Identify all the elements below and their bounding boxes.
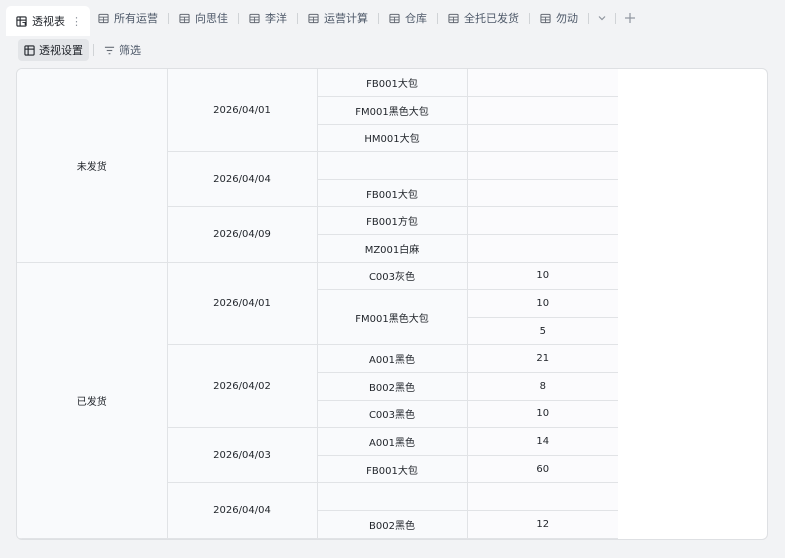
tab-divider [168,12,169,24]
tab-divider [437,12,438,24]
product-cell[interactable]: FM001黑色大包 [317,96,468,125]
tab-divider [378,12,379,24]
value-cell[interactable] [467,179,618,208]
value-cell[interactable]: 60 [467,455,618,484]
more-vertical-icon[interactable]: ⋮ [71,15,82,28]
product-cell[interactable]: B002黑色 [317,510,468,539]
pivot-settings-button[interactable]: 透视设置 [18,39,89,61]
tab-li-yang[interactable]: 李洋 [241,5,295,31]
date-cell[interactable]: 2026/04/09 [167,206,318,263]
view-toolbar: 透视设置 筛选 [0,36,785,64]
product-cell[interactable] [317,151,468,180]
tab-full-shipped[interactable]: 全托已发货 [440,5,527,31]
tab-warehouse[interactable]: 仓库 [381,5,435,31]
grid-table-icon [540,13,551,23]
date-cell[interactable]: 2026/04/04 [167,151,318,208]
grid-table-icon [308,13,319,23]
tab-operations-calc[interactable]: 运营计算 [300,5,376,31]
value-cell[interactable]: 10 [467,400,618,429]
pivot-table-panel: 未发货 2026/04/01 FB001大包 FM001黑色大包 HM001大包… [16,68,768,540]
value-cell[interactable]: 10 [467,289,618,318]
date-cell[interactable]: 2026/04/04 [167,482,318,539]
value-cell[interactable]: 12 [467,510,618,539]
tab-label: 运营计算 [324,12,368,25]
date-cell[interactable]: 2026/04/02 [167,344,318,429]
tab-divider [529,12,530,24]
tab-xiang-sijia[interactable]: 向思佳 [171,5,236,31]
value-cell[interactable]: 5 [467,317,618,346]
tab-label: 勿动 [556,12,578,25]
pivot-table: 未发货 2026/04/01 FB001大包 FM001黑色大包 HM001大包… [17,69,618,539]
value-cell[interactable] [467,151,618,180]
grid-table-icon [98,13,109,23]
value-cell[interactable]: 21 [467,344,618,374]
product-cell[interactable]: FB001大包 [317,69,468,98]
date-cell[interactable]: 2026/04/01 [167,69,318,153]
tab-label: 向思佳 [195,12,228,25]
date-cell[interactable]: 2026/04/03 [167,427,318,484]
product-cell[interactable]: FB001大包 [317,455,468,484]
product-cell[interactable]: HM001大包 [317,124,468,153]
grid-table-icon [448,13,459,23]
tab-label: 全托已发货 [464,12,519,25]
filter-label: 筛选 [119,44,141,57]
tab-do-not-touch[interactable]: 勿动 [532,5,586,31]
tab-label: 所有运营 [114,12,158,25]
value-cell[interactable] [467,124,618,153]
tab-label: 李洋 [265,12,287,25]
value-cell[interactable]: 10 [467,262,618,291]
product-cell[interactable]: FB001大包 [317,179,468,208]
value-cell[interactable] [467,234,618,263]
grid-table-icon [389,13,400,23]
product-cell[interactable]: A001黑色 [317,344,468,374]
pivot-settings-label: 透视设置 [39,44,83,57]
table-row: 未发货 2026/04/01 FB001大包 [17,69,618,263]
product-cell[interactable]: FB001方包 [317,206,468,236]
status-cell[interactable]: 未发货 [17,69,168,263]
value-cell[interactable] [467,69,618,98]
add-tab-button[interactable] [618,5,642,31]
product-cell[interactable]: FM001黑色大包 [317,289,468,346]
tab-divider [297,12,298,24]
product-cell[interactable]: A001黑色 [317,427,468,456]
product-cell[interactable]: MZ001白麻 [317,234,468,263]
product-cell[interactable]: C003灰色 [317,262,468,291]
value-cell[interactable] [467,206,618,236]
tab-divider [615,12,616,24]
table-row: 已发货 2026/04/01 C003灰色 10 [17,262,618,539]
tab-all-operations[interactable]: 所有运营 [90,5,166,31]
view-tab-bar: 透视表 ⋮ 所有运营 向思佳 李洋 运营计算 仓库 全托已发货 勿动 [0,0,785,36]
plus-icon [625,13,635,23]
tab-divider [238,12,239,24]
grid-table-icon [179,13,190,23]
status-cell[interactable]: 已发货 [17,262,168,539]
value-cell[interactable] [467,482,618,511]
filter-button[interactable]: 筛选 [98,39,147,61]
tab-label: 仓库 [405,12,427,25]
pivot-table-icon [16,15,27,27]
pivot-settings-icon [24,44,35,56]
toolbar-divider [93,44,94,56]
product-cell[interactable] [317,482,468,511]
date-cell[interactable]: 2026/04/01 [167,262,318,346]
value-cell[interactable] [467,96,618,125]
value-cell[interactable]: 14 [467,427,618,456]
chevron-down-icon [598,16,606,21]
tab-pivot-table[interactable]: 透视表 ⋮ [6,6,90,36]
product-cell[interactable]: C003黑色 [317,400,468,429]
grid-table-icon [249,13,260,23]
tab-label: 透视表 [32,15,65,28]
more-tabs-button[interactable] [591,5,613,31]
value-cell[interactable]: 8 [467,372,618,401]
tab-divider [588,12,589,24]
product-cell[interactable]: B002黑色 [317,372,468,401]
filter-icon [104,46,115,54]
